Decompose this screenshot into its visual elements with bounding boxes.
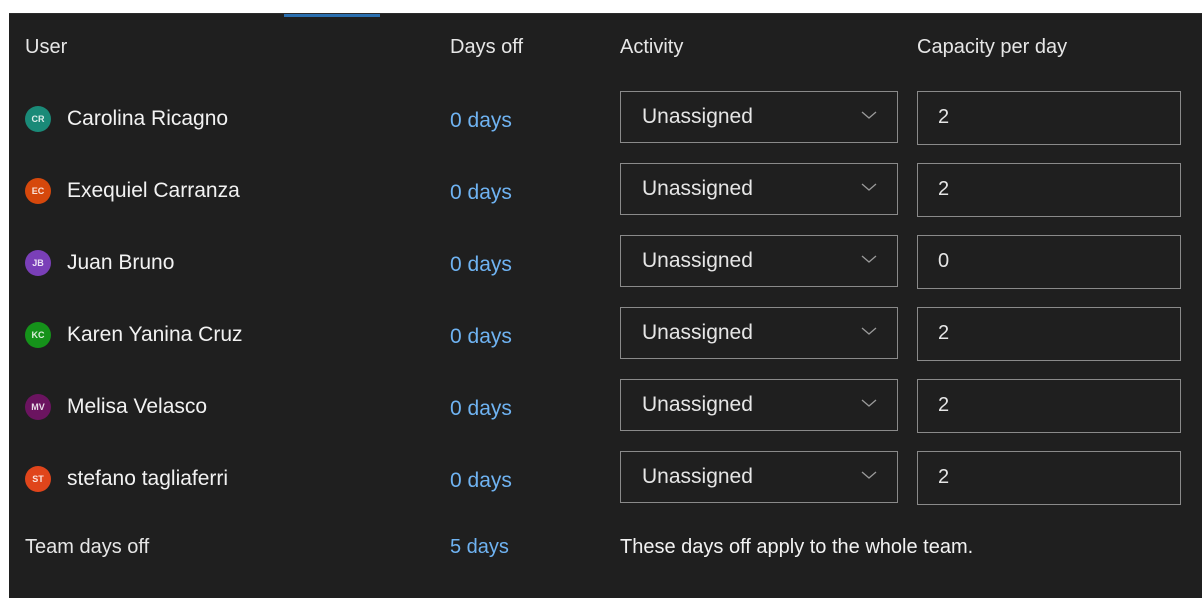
- capacity-value: 2: [938, 322, 950, 344]
- days-off-link[interactable]: 0 days: [450, 397, 512, 421]
- user-name: Exequiel Carranza: [67, 179, 240, 202]
- activity-dropdown[interactable]: Unassigned: [620, 163, 898, 215]
- user-name: Juan Bruno: [67, 251, 175, 274]
- column-header-user: User: [25, 36, 68, 58]
- table-row: EC Exequiel Carranza 0 days Unassigned 2: [9, 162, 1202, 218]
- activity-value: Unassigned: [642, 177, 753, 200]
- activity-value: Unassigned: [642, 249, 753, 272]
- capacity-value: 0: [938, 250, 950, 272]
- activity-value: Unassigned: [642, 105, 753, 128]
- table-header: User Days off Activity Capacity per day: [9, 36, 1202, 66]
- active-tab-indicator: [284, 14, 380, 17]
- days-off-link[interactable]: 0 days: [450, 469, 512, 493]
- activity-dropdown[interactable]: Unassigned: [620, 235, 898, 287]
- user-name: Carolina Ricagno: [67, 107, 229, 130]
- table-row: MV Melisa Velasco 0 days Unassigned 2: [9, 378, 1202, 434]
- capacity-input[interactable]: 2: [917, 163, 1181, 217]
- table-row: CR Carolina Ricagno 0 days Unassigned 2: [9, 90, 1202, 146]
- days-off-link[interactable]: 0 days: [450, 109, 512, 133]
- activity-value: Unassigned: [642, 393, 753, 416]
- days-off-link[interactable]: 0 days: [450, 325, 512, 349]
- table-row: JB Juan Bruno 0 days Unassigned 0: [9, 234, 1202, 290]
- activity-dropdown[interactable]: Unassigned: [620, 307, 898, 359]
- capacity-panel: User Days off Activity Capacity per day …: [9, 13, 1202, 598]
- capacity-input[interactable]: 0: [917, 235, 1181, 289]
- column-header-capacity: Capacity per day: [917, 36, 1068, 58]
- user-name: Karen Yanina Cruz: [67, 323, 243, 346]
- activity-value: Unassigned: [642, 321, 753, 344]
- chevron-down-icon: [861, 111, 877, 119]
- team-days-off-link[interactable]: 5 days: [450, 536, 509, 559]
- activity-dropdown[interactable]: Unassigned: [620, 91, 898, 143]
- days-off-link[interactable]: 0 days: [450, 253, 512, 277]
- capacity-value: 2: [938, 466, 950, 488]
- capacity-input[interactable]: 2: [917, 451, 1181, 505]
- user-name: Melisa Velasco: [67, 395, 208, 418]
- chevron-down-icon: [861, 183, 877, 191]
- activity-value: Unassigned: [642, 465, 753, 488]
- chevron-down-icon: [861, 327, 877, 335]
- avatar: JB: [25, 250, 51, 276]
- capacity-value: 2: [938, 178, 950, 200]
- days-off-link[interactable]: 0 days: [450, 181, 512, 205]
- column-header-days-off: Days off: [450, 36, 523, 58]
- chevron-down-icon: [861, 255, 877, 263]
- team-days-off-row: Team days off 5 days These days off appl…: [9, 536, 1202, 566]
- capacity-input[interactable]: 2: [917, 91, 1181, 145]
- team-days-off-label: Team days off: [25, 536, 150, 558]
- column-header-activity: Activity: [620, 36, 684, 58]
- avatar: EC: [25, 178, 51, 204]
- capacity-value: 2: [938, 106, 950, 128]
- avatar: MV: [25, 394, 51, 420]
- table-row: ST stefano tagliaferri 0 days Unassigned…: [9, 450, 1202, 506]
- capacity-value: 2: [938, 394, 950, 416]
- team-days-off-note: These days off apply to the whole team.: [620, 536, 974, 558]
- avatar: ST: [25, 466, 51, 492]
- capacity-input[interactable]: 2: [917, 379, 1181, 433]
- table-row: KC Karen Yanina Cruz 0 days Unassigned 2: [9, 306, 1202, 362]
- activity-dropdown[interactable]: Unassigned: [620, 451, 898, 503]
- avatar: CR: [25, 106, 51, 132]
- chevron-down-icon: [861, 399, 877, 407]
- activity-dropdown[interactable]: Unassigned: [620, 379, 898, 431]
- user-name: stefano tagliaferri: [67, 467, 229, 490]
- capacity-input[interactable]: 2: [917, 307, 1181, 361]
- avatar: KC: [25, 322, 51, 348]
- chevron-down-icon: [861, 471, 877, 479]
